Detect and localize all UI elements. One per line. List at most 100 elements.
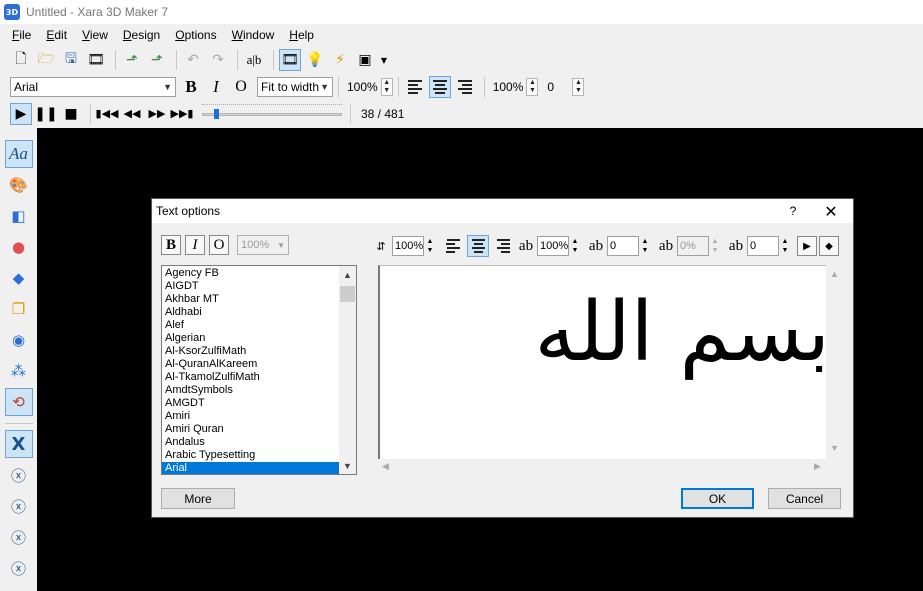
font-list-item[interactable]: Amiri xyxy=(162,410,340,423)
menu-options[interactable]: Options xyxy=(175,28,216,42)
menu-file[interactable]: File xyxy=(12,28,31,42)
spin-arrows-icon[interactable]: ▲ ▼ xyxy=(526,78,539,96)
font-list-item[interactable]: Agency FB xyxy=(162,267,340,280)
outline-button[interactable]: O xyxy=(230,76,252,98)
font-list-item[interactable]: AMGDT xyxy=(162,397,340,410)
height-spinner[interactable]: 100% ▲ ▼ xyxy=(392,236,436,256)
font-list-item[interactable]: Alef xyxy=(162,319,340,332)
font-list-item[interactable]: Amiri Quran xyxy=(162,423,340,436)
menu-help[interactable]: Help xyxy=(289,28,314,42)
kerning-spinner[interactable]: 0% ▲ ▼ xyxy=(677,236,721,256)
xara-orbit-swing-icon[interactable]: ⓧ xyxy=(5,554,33,582)
pause-icon[interactable]: ❚❚ xyxy=(34,103,57,125)
spin-arrows-icon[interactable]: ▲ ▼ xyxy=(639,236,651,256)
slider-thumb[interactable] xyxy=(214,108,219,119)
view-dropdown-icon[interactable]: ▼ xyxy=(379,49,389,71)
scroll-thumb[interactable] xyxy=(340,286,355,302)
animation-options-icon[interactable]: 🎞 xyxy=(279,49,301,71)
tracking-spinner[interactable]: 0 ▲ ▼ xyxy=(544,77,585,97)
font-list-item[interactable]: Aldhabi xyxy=(162,306,340,319)
menu-view[interactable]: View xyxy=(82,28,108,42)
text-tool-icon[interactable]: Aa xyxy=(4,140,33,168)
scroll-up-icon[interactable]: ▲ xyxy=(339,266,356,283)
export-animation-icon[interactable]: 🎞 xyxy=(85,49,107,71)
preview-horizontal-scrollbar[interactable]: ◀ ▶ xyxy=(378,459,826,473)
dialog-align-left-icon[interactable] xyxy=(442,235,464,257)
align-left-icon[interactable] xyxy=(404,76,426,98)
export-web-icon[interactable]: ⬏ xyxy=(146,49,168,71)
skip-end-icon[interactable]: ▶▶▮ xyxy=(171,103,194,125)
font-list-item[interactable]: Arial xyxy=(162,462,340,474)
undo-icon[interactable]: ↶ xyxy=(182,49,204,71)
extrude-cube-icon[interactable]: ◧ xyxy=(5,202,33,230)
shape-diamond-icon[interactable]: ◆ xyxy=(5,264,33,292)
align-right-icon[interactable] xyxy=(454,76,476,98)
xara-x-icon[interactable]: X xyxy=(4,430,33,458)
spin-arrows-icon[interactable]: ▲ ▼ xyxy=(779,236,791,256)
font-list-item[interactable]: AmdtSymbols xyxy=(162,384,340,397)
xara-orbit-spin-icon[interactable]: ⓧ xyxy=(5,523,33,551)
spin-arrows-icon[interactable]: ▲ ▼ xyxy=(569,236,581,256)
font-list[interactable]: Agency FB AIGDT Akhbar MT Aldhabi Alef Algeri… xyxy=(161,265,357,475)
text-preview[interactable]: بسم الله xyxy=(378,265,826,459)
menu-window[interactable]: Window xyxy=(232,28,275,42)
stop-icon[interactable]: ■ xyxy=(60,103,82,125)
save-icon[interactable]: 🖫 xyxy=(60,49,82,71)
play-icon[interactable]: ▶ xyxy=(10,102,32,125)
tracking-spinner[interactable]: 0 ▲ ▼ xyxy=(747,236,791,256)
spin-arrows-icon[interactable]: ▲ ▼ xyxy=(380,78,393,96)
lightning-effects-icon[interactable]: ⚡ xyxy=(329,49,351,71)
bevel-sphere-icon[interactable]: ● xyxy=(5,233,33,261)
scroll-up-icon[interactable]: ▲ xyxy=(830,269,839,279)
width-spinner[interactable]: 100% ▲ ▼ xyxy=(537,236,581,256)
menu-design[interactable]: Design xyxy=(123,28,160,42)
scroll-right-icon[interactable]: ▶ xyxy=(814,461,821,472)
export-image-icon[interactable]: ⬏ xyxy=(121,49,143,71)
text-options-icon[interactable]: a|b xyxy=(243,49,265,71)
font-list-item[interactable]: Arabic Typesetting xyxy=(162,449,340,462)
color-palette-icon[interactable]: 🎨 xyxy=(5,171,33,199)
redo-icon[interactable]: ↷ xyxy=(207,49,229,71)
bold-button[interactable]: B xyxy=(180,76,202,98)
font-list-item[interactable]: Algerian xyxy=(162,332,340,345)
font-list-scrollbar[interactable]: ▲ ▼ xyxy=(339,266,356,474)
font-list-item[interactable]: AIGDT xyxy=(162,280,340,293)
spacing-spinner[interactable]: 0 ▲ ▼ xyxy=(607,236,651,256)
spin-arrows-icon[interactable]: ▲ ▼ xyxy=(572,78,585,96)
close-icon[interactable]: ✕ xyxy=(819,201,843,221)
dialog-help-button[interactable]: ? xyxy=(783,202,803,220)
xara-orbit-icon[interactable]: ⓧ xyxy=(5,461,33,489)
dialog-align-center-icon[interactable] xyxy=(467,235,489,257)
more-button[interactable]: More xyxy=(161,488,235,509)
font-list-item[interactable]: Akhbar MT xyxy=(162,293,340,306)
frame-slider[interactable] xyxy=(202,103,342,124)
keyframe-diamond-icon[interactable]: ◆ xyxy=(819,236,839,256)
dialog-outline-button[interactable]: O xyxy=(209,235,229,255)
ok-button[interactable]: OK xyxy=(681,488,754,509)
cancel-button[interactable]: Cancel xyxy=(768,488,841,509)
size-spinner[interactable]: 100% ▲ ▼ xyxy=(344,77,393,97)
font-list-item[interactable]: Al-QuranAlKareem xyxy=(162,358,340,371)
align-center-icon[interactable] xyxy=(428,76,451,98)
step-forward-icon[interactable]: ▶▶ xyxy=(146,103,168,125)
menu-edit[interactable]: Edit xyxy=(46,28,67,42)
view-window-icon[interactable]: ▣ xyxy=(354,49,376,71)
scroll-down-icon[interactable]: ▼ xyxy=(339,457,356,474)
font-name-combo[interactable]: Arial ▼ xyxy=(10,77,176,97)
open-folder-icon[interactable]: 🗁 xyxy=(35,49,57,71)
font-list-item[interactable]: Al-KsorZulfiMath xyxy=(162,345,340,358)
spin-arrows-icon[interactable]: ▲ ▼ xyxy=(709,236,721,256)
fit-mode-combo[interactable]: Fit to width ▼ xyxy=(257,77,333,97)
shadow-shapes-icon[interactable]: ❐ xyxy=(5,295,33,323)
texture-sphere-icon[interactable]: ◉ xyxy=(5,326,33,354)
line-spacing-spinner[interactable]: 100% ▲ ▼ xyxy=(490,77,539,97)
new-file-icon[interactable]: 🗋 xyxy=(10,49,32,71)
width-value[interactable]: 100% xyxy=(537,236,569,256)
height-value[interactable]: 100% xyxy=(392,236,424,256)
spacing-value[interactable]: 0 xyxy=(607,236,639,256)
dialog-align-right-icon[interactable] xyxy=(492,235,514,257)
italic-button[interactable]: I xyxy=(205,76,227,98)
dialog-size-combo[interactable]: 100% ▼ xyxy=(237,235,289,255)
dialog-tracking-value[interactable]: 0 xyxy=(747,236,779,256)
step-back-icon[interactable]: ◀◀ xyxy=(121,103,143,125)
